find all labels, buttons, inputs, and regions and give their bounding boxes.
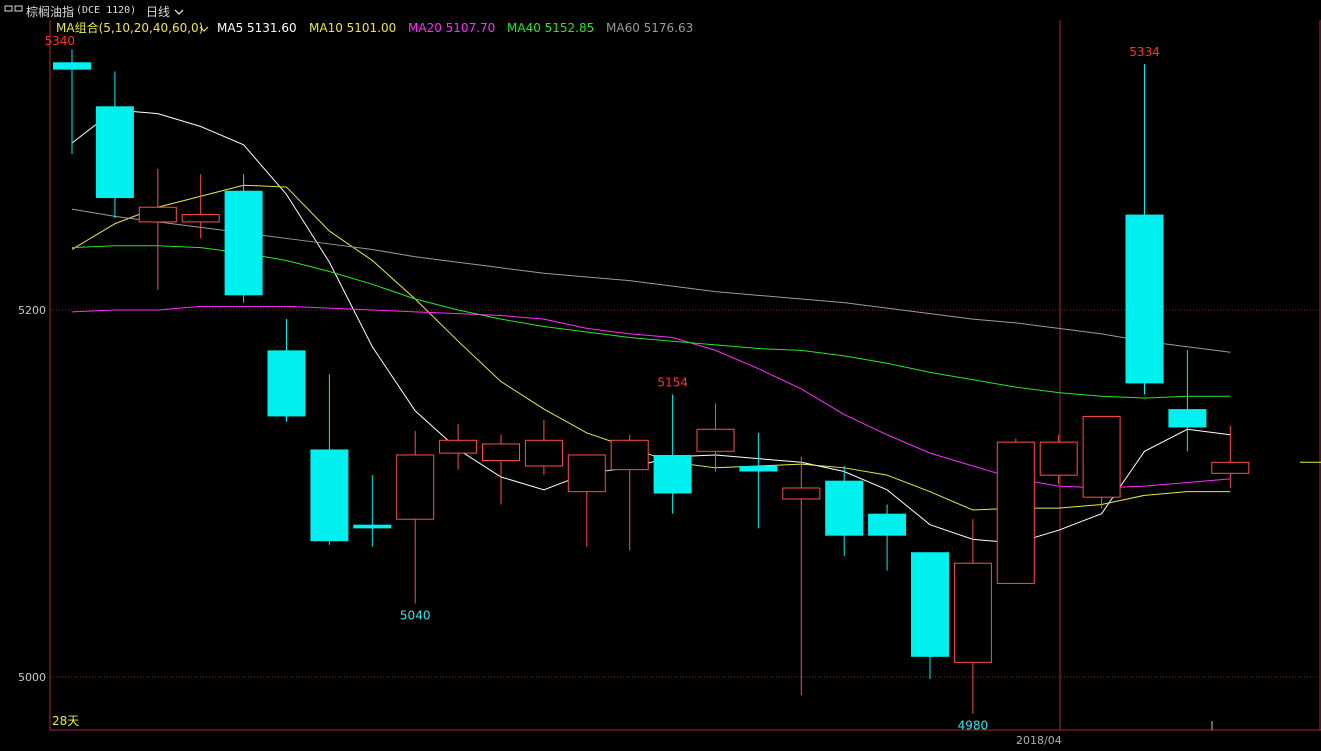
candle[interactable]: [953, 519, 992, 714]
candle[interactable]: [310, 374, 349, 545]
low-annotation: 5040: [400, 609, 431, 623]
candle-body: [310, 449, 349, 542]
ma60-legend: MA60 5176.63: [606, 21, 693, 35]
candle[interactable]: [653, 394, 692, 514]
candle[interactable]: [1039, 434, 1078, 485]
candle[interactable]: [782, 456, 821, 696]
candle[interactable]: [524, 420, 563, 476]
candle-body: [224, 190, 263, 296]
candle-body: [567, 454, 606, 493]
candle-body: [1039, 441, 1078, 476]
candle[interactable]: [353, 475, 392, 547]
candle-body: [911, 552, 949, 657]
y-tick-label: 5000: [18, 671, 46, 684]
candle-body: [996, 441, 1035, 584]
ma-group-label[interactable]: MA组合(5,10,20,40,60,0): [56, 20, 203, 35]
ma40-legend: MA40 5152.85: [507, 21, 594, 35]
candle-body: [524, 439, 563, 467]
y-tick-label: 5200: [18, 304, 46, 317]
candle-body: [653, 454, 692, 494]
candle-body: [267, 350, 306, 417]
low-annotation: 4980: [958, 719, 989, 733]
candle-body: [53, 62, 91, 70]
high-annotation: 5154: [657, 375, 688, 389]
ma20-legend: MA20 5107.70: [408, 21, 495, 35]
candle[interactable]: [439, 423, 478, 470]
candle-body: [782, 487, 821, 500]
days-label: 28天: [52, 714, 79, 728]
candle[interactable]: [53, 49, 91, 155]
candle-body: [181, 214, 220, 223]
candle-body: [138, 206, 177, 223]
candle-body: [1082, 415, 1121, 498]
candle-body: [868, 513, 907, 536]
candle[interactable]: [1211, 425, 1250, 488]
candle-body: [439, 439, 478, 454]
candle[interactable]: [911, 552, 949, 679]
candle[interactable]: [138, 168, 177, 290]
candle[interactable]: [1082, 415, 1121, 509]
candle[interactable]: [396, 431, 435, 604]
ma-legend: MA5 5131.60 MA10 5101.00 MA20 5107.70 MA…: [217, 21, 693, 35]
candle-body: [1168, 409, 1207, 428]
date-label: 2018/04: [1016, 734, 1062, 747]
candle[interactable]: [610, 434, 649, 551]
candle[interactable]: [825, 465, 864, 556]
candle[interactable]: [567, 454, 606, 547]
candles: [53, 49, 1321, 730]
candle-body: [396, 454, 435, 520]
candle[interactable]: [868, 504, 907, 571]
candle-body: [825, 480, 864, 536]
candle-body: [1125, 214, 1164, 384]
candle-body: [610, 439, 649, 471]
candle[interactable]: [482, 434, 520, 505]
candle[interactable]: [996, 438, 1035, 584]
candle[interactable]: [739, 432, 778, 529]
candle-body: [953, 562, 992, 663]
candle-body: [739, 465, 778, 472]
candle[interactable]: [95, 71, 134, 219]
candle-body: [95, 106, 134, 199]
candle-body: [482, 443, 520, 461]
candlestick-chart[interactable]: 5000 5200 5340 5334 5154 5040 4980 MA组合(5,10,…: [0, 0, 1321, 751]
candle-body: [696, 428, 735, 452]
high-annotation: 5340: [44, 34, 75, 48]
ma10-legend: MA10 5101.00: [309, 21, 396, 35]
candle[interactable]: [696, 403, 735, 472]
candle[interactable]: [1125, 64, 1164, 395]
candle-body: [353, 524, 392, 529]
moving-averages: [71, 109, 1231, 544]
candle[interactable]: [267, 319, 306, 422]
ma-line-ma5: [71, 109, 1231, 544]
high-annotation: 5334: [1129, 45, 1160, 59]
candle[interactable]: [224, 174, 263, 303]
candle-body: [1211, 461, 1250, 474]
ma5-legend: MA5 5131.60: [217, 21, 297, 35]
